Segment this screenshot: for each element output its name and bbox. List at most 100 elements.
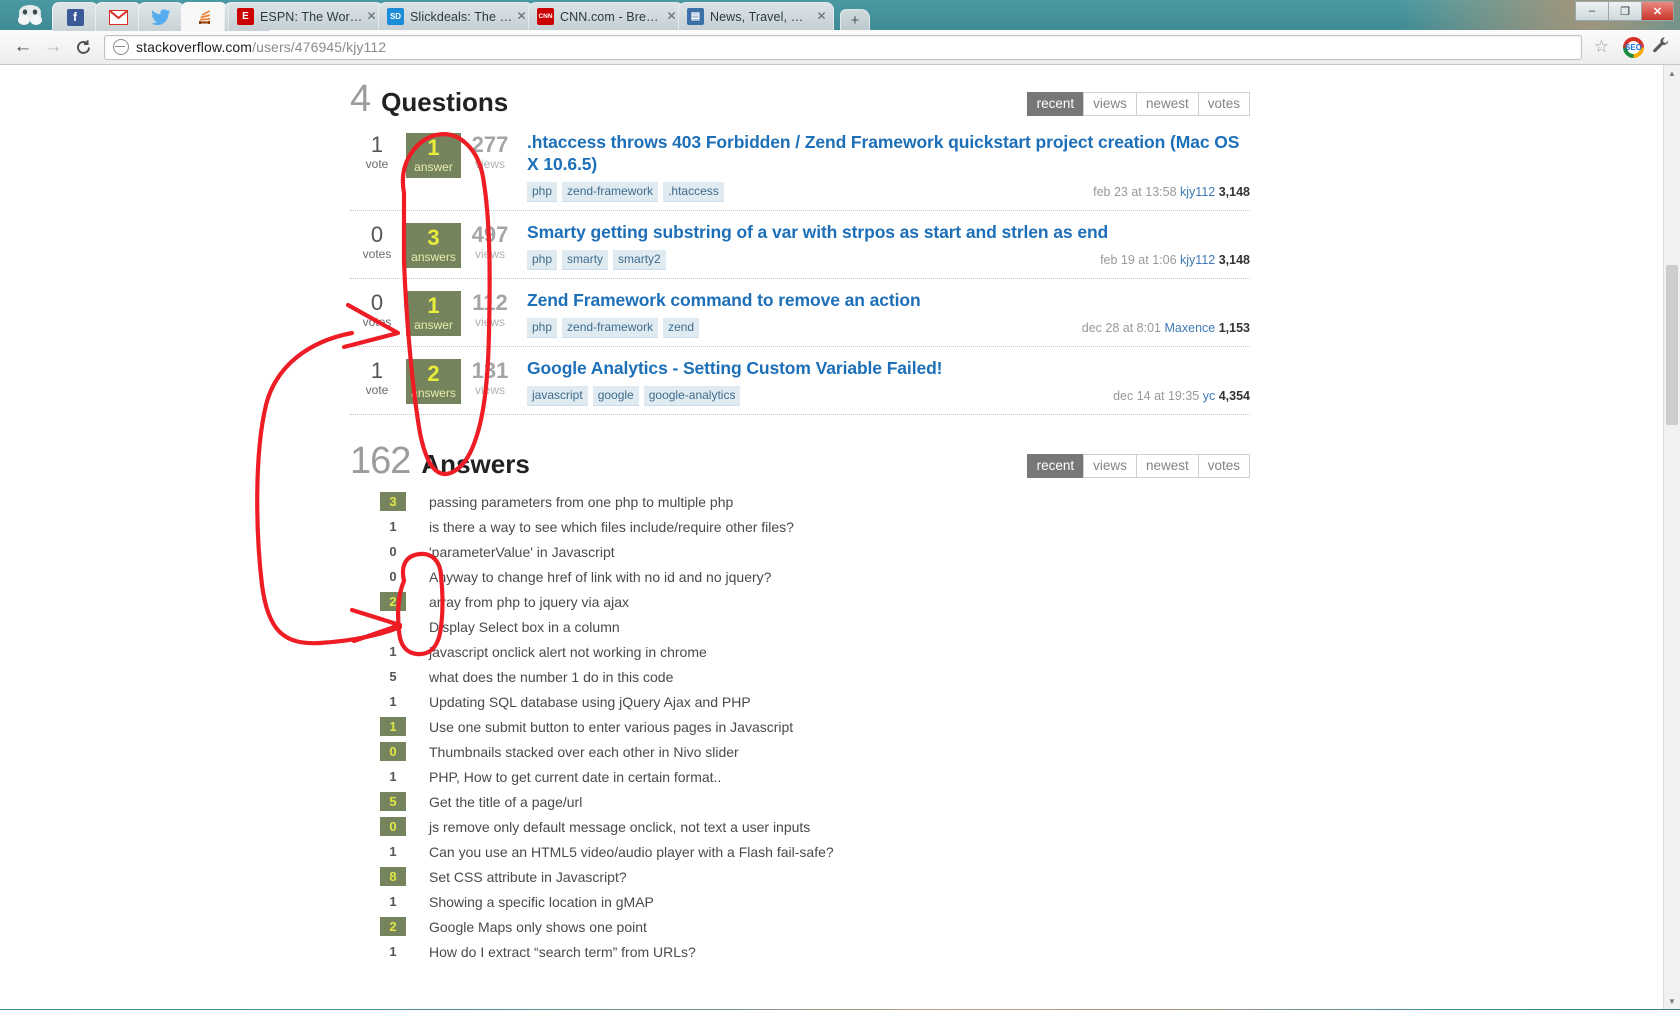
- address-bar[interactable]: stackoverflow.com/users/476945/kjy112: [104, 34, 1582, 60]
- gmail-pinned-tab[interactable]: [95, 2, 141, 31]
- question-user[interactable]: Maxence: [1165, 321, 1216, 335]
- answer-title-link[interactable]: javascript onclick alert not working in …: [429, 644, 707, 660]
- question-title-link[interactable]: .htaccess throws 403 Forbidden / Zend Fr…: [527, 131, 1250, 175]
- answer-row[interactable]: 1 Can you use an HTML5 video/audio player…: [350, 839, 1250, 864]
- answers-sort-recent[interactable]: recent: [1026, 454, 1085, 478]
- question-row[interactable]: 1 vote 2 answers 131 views Google Analyt…: [350, 347, 1250, 415]
- browser-tab-espn[interactable]: E ESPN: The Worldwide Le... ✕: [228, 2, 384, 30]
- answer-row[interactable]: 0 Anyway to change href of link with no i…: [350, 564, 1250, 589]
- back-button[interactable]: ←: [8, 32, 38, 62]
- answer-title-link[interactable]: Use one submit button to enter various p…: [429, 719, 793, 735]
- browser-tab-cnn[interactable]: CNN CNN.com - Breaking Ne... ✕: [528, 2, 684, 30]
- answer-row[interactable]: 2 array from php to jquery via ajax: [350, 589, 1250, 614]
- facebook-pinned-tab[interactable]: f: [52, 2, 98, 31]
- answer-row[interactable]: 0 'parameterValue' in Javascript: [350, 539, 1250, 564]
- reload-button[interactable]: [68, 32, 98, 62]
- view-label: views: [474, 157, 505, 171]
- answer-row[interactable]: 1 is there a way to see which files inclu…: [350, 514, 1250, 539]
- answer-title-link[interactable]: what does the number 1 do in this code: [429, 669, 673, 685]
- answer-title-link[interactable]: Anyway to change href of link with no id…: [429, 569, 771, 585]
- bookmark-star-icon[interactable]: ☆: [1594, 37, 1609, 57]
- question-title-link[interactable]: Google Analytics - Setting Custom Variab…: [527, 357, 1250, 379]
- answer-title-link[interactable]: Showing a specific location in gMAP: [429, 894, 654, 910]
- answer-title-link[interactable]: Set CSS attribute in Javascript?: [429, 869, 627, 885]
- answer-title-link[interactable]: Can you use an HTML5 video/audio player …: [429, 844, 834, 860]
- browser-tab-slickdeals[interactable]: SD Slickdeals: The Best Deals... ✕: [378, 2, 534, 30]
- question-title-link[interactable]: Zend Framework command to remove an acti…: [527, 289, 1250, 311]
- maximize-button[interactable]: ❐: [1608, 1, 1641, 21]
- tag[interactable]: php: [527, 318, 558, 338]
- answer-row[interactable]: 1 PHP, How to get current date in certain…: [350, 764, 1250, 789]
- tag[interactable]: php: [527, 182, 558, 202]
- answer-row[interactable]: 5 Get the title of a page/url: [350, 789, 1250, 814]
- answer-title-link[interactable]: Thumbnails stacked over each other in Ni…: [429, 744, 739, 760]
- answer-row[interactable]: 5 what does the number 1 do in this code: [350, 664, 1250, 689]
- new-tab-button[interactable]: +: [840, 9, 870, 30]
- tag[interactable]: javascript: [527, 386, 588, 406]
- answer-title-link[interactable]: How do I extract “search term” from URLs…: [429, 944, 696, 960]
- answer-title-link[interactable]: PHP, How to get current date in certain …: [429, 769, 721, 785]
- scroll-down-arrow[interactable]: ▼: [1664, 993, 1680, 1009]
- close-icon[interactable]: ✕: [364, 9, 379, 24]
- question-user[interactable]: kjy112: [1180, 185, 1215, 199]
- answer-title-link[interactable]: Display Select box in a column: [429, 619, 620, 635]
- answer-title-link[interactable]: Updating SQL database using jQuery Ajax …: [429, 694, 751, 710]
- tag[interactable]: smarty2: [613, 250, 666, 270]
- tag[interactable]: zend-framework: [562, 182, 659, 202]
- question-title-link[interactable]: Smarty getting substring of a var with s…: [527, 221, 1250, 243]
- scroll-up-arrow[interactable]: ▲: [1664, 65, 1680, 81]
- question-row[interactable]: 0 votes 1 answer 112 views Zend Framewor…: [350, 279, 1250, 347]
- answer-row[interactable]: 1 Updating SQL database using jQuery Ajax…: [350, 689, 1250, 714]
- question-row[interactable]: 0 votes 3 answers 497 views Smarty getti…: [350, 211, 1250, 279]
- answer-row[interactable]: 1 Display Select box in a column: [350, 614, 1250, 639]
- answer-row[interactable]: 0 js remove only default message onclick,…: [350, 814, 1250, 839]
- answer-row[interactable]: 8 Set CSS attribute in Javascript?: [350, 864, 1250, 889]
- page-scrollbar[interactable]: ▲ ▼: [1663, 65, 1680, 1009]
- answer-title-link[interactable]: array from php to jquery via ajax: [429, 594, 629, 610]
- browser-tab-news[interactable]: ▤ News, Travel, Weather, E... ✕: [678, 2, 834, 30]
- tag[interactable]: zend-framework: [562, 318, 659, 338]
- answer-row[interactable]: 2 Google Maps only shows one point: [350, 914, 1250, 939]
- questions-sort-newest[interactable]: newest: [1135, 92, 1199, 116]
- answer-row[interactable]: 1 Use one submit button to enter various …: [350, 714, 1250, 739]
- answers-sort-votes[interactable]: votes: [1197, 454, 1250, 478]
- answer-title-link[interactable]: 'parameterValue' in Javascript: [429, 544, 615, 560]
- tag[interactable]: google-analytics: [643, 386, 741, 406]
- tag[interactable]: php: [527, 250, 558, 270]
- answer-title-link[interactable]: js remove only default message onclick, …: [429, 819, 810, 835]
- answer-row[interactable]: 1 How do I extract “search term” from URL…: [350, 939, 1250, 964]
- answer-title-link[interactable]: Get the title of a page/url: [429, 794, 582, 810]
- seo-extension-icon[interactable]: SEO: [1623, 36, 1644, 58]
- answer-title-link[interactable]: is there a way to see which files includ…: [429, 519, 794, 535]
- forward-button[interactable]: →: [38, 32, 68, 62]
- answer-row[interactable]: 3 passing parameters from one php to mult…: [350, 489, 1250, 514]
- question-row[interactable]: 1 vote 1 answer 277 views .htaccess thro…: [350, 121, 1250, 211]
- close-icon[interactable]: ✕: [664, 9, 679, 24]
- wrench-menu-icon[interactable]: [1652, 36, 1670, 59]
- questions-sort-votes[interactable]: votes: [1197, 92, 1250, 116]
- close-icon[interactable]: ✕: [814, 9, 829, 24]
- answer-title-link[interactable]: Google Maps only shows one point: [429, 919, 647, 935]
- answers-sort-newest[interactable]: newest: [1135, 454, 1199, 478]
- answers-sort-views[interactable]: views: [1083, 454, 1137, 478]
- close-icon[interactable]: ✕: [514, 9, 529, 24]
- question-user[interactable]: yc: [1203, 389, 1216, 403]
- tag[interactable]: .htaccess: [663, 182, 724, 202]
- answer-row[interactable]: 1 javascript onclick alert not working in…: [350, 639, 1250, 664]
- question-user[interactable]: kjy112: [1180, 253, 1215, 267]
- answer-row[interactable]: 1 Showing a specific location in gMAP: [350, 889, 1250, 914]
- minimize-button[interactable]: –: [1575, 1, 1608, 21]
- questions-sort-views[interactable]: views: [1083, 92, 1137, 116]
- scrollbar-thumb[interactable]: [1666, 265, 1678, 425]
- screenshot-root: f E ESPN: The World ✕ SD Slickdeals: The…: [0, 0, 1680, 1010]
- tag[interactable]: zend: [663, 318, 700, 338]
- question-user-rep: 1,153: [1218, 321, 1250, 335]
- questions-sort-recent[interactable]: recent: [1026, 92, 1085, 116]
- tag[interactable]: google: [592, 386, 639, 406]
- answer-row[interactable]: 0 Thumbnails stacked over each other in N…: [350, 739, 1250, 764]
- twitter-pinned-tab[interactable]: [138, 2, 184, 31]
- tag[interactable]: smarty: [562, 250, 609, 270]
- answer-title-link[interactable]: passing parameters from one php to multi…: [429, 494, 733, 510]
- stackoverflow-pinned-tab[interactable]: [181, 2, 227, 31]
- close-window-button[interactable]: ✕: [1641, 1, 1674, 21]
